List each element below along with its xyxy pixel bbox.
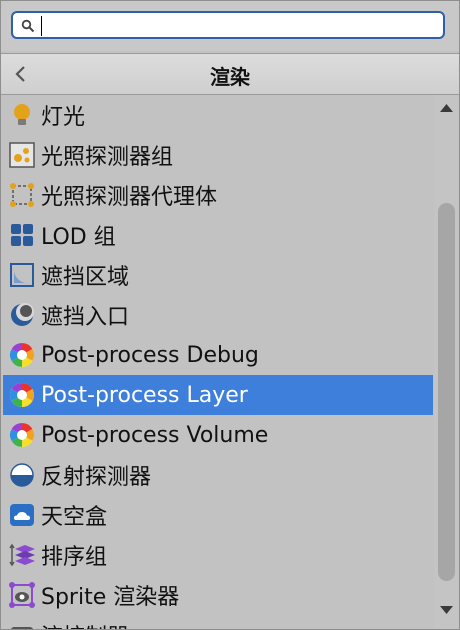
menu-header: 渲染 xyxy=(1,53,459,95)
search-icon xyxy=(21,19,35,33)
list-item-label: LOD 组 xyxy=(41,225,116,250)
post-process-icon xyxy=(9,343,35,367)
text-caret xyxy=(41,16,42,36)
list-item-label: 遮挡区域 xyxy=(41,265,130,290)
list-item-occlusion-area[interactable]: 遮挡区域 xyxy=(3,255,433,295)
list-item-label: Post-process Volume xyxy=(41,422,269,448)
list-item-label: 排序组 xyxy=(41,545,108,570)
list-item-light-probe-group[interactable]: 光照探测器组 xyxy=(3,135,433,175)
list-item-sprite-renderer[interactable]: Sprite 渲染器 xyxy=(3,575,433,615)
component-list: 灯光 光照探测器组 光照探测器代理体 LOD 组 遮挡区域 遮挡入口 Post-… xyxy=(1,95,433,629)
occlusion-portal-icon xyxy=(11,303,34,326)
post-process-icon xyxy=(9,383,35,407)
scrollbar-thumb[interactable] xyxy=(438,203,455,581)
list-item-light[interactable]: 灯光 xyxy=(3,95,433,135)
list-item-post-process-volume[interactable]: Post-process Volume xyxy=(3,415,433,455)
list-item-light-probe-proxy[interactable]: 光照探测器代理体 xyxy=(3,175,433,215)
search-box[interactable] xyxy=(11,11,445,39)
component-menu: 渲染 灯光 光照探测器组 光照探测器代理体 LOD 组 遮挡区域 遮挡入口 Po… xyxy=(0,0,460,630)
list-item-label: 遮挡入口 xyxy=(41,305,130,330)
vertical-scrollbar[interactable] xyxy=(434,95,459,629)
skybox-icon xyxy=(10,504,34,526)
streaming-controller-icon xyxy=(11,627,33,629)
list-item-label: 灯光 xyxy=(41,105,86,130)
list-item-skybox[interactable]: 天空盒 xyxy=(3,495,433,535)
list-item-lod-group[interactable]: LOD 组 xyxy=(3,215,433,255)
list-item-post-process-layer[interactable]: Post-process Layer xyxy=(3,375,433,415)
list-item-label: Sprite 渲染器 xyxy=(41,585,180,610)
reflection-probe-icon xyxy=(10,463,34,487)
header-title: 渲染 xyxy=(210,65,250,89)
sorting-group-icon xyxy=(9,543,35,567)
sprite-renderer-icon xyxy=(9,582,35,608)
list-item-label: 反射探测器 xyxy=(41,465,152,490)
list-item-post-process-debug[interactable]: Post-process Debug xyxy=(3,335,433,375)
list-item-occlusion-portal[interactable]: 遮挡入口 xyxy=(3,295,433,335)
search-bar xyxy=(1,1,459,51)
list-item-label: 光照探测器组 xyxy=(41,145,174,170)
list-item-reflection-probe[interactable]: 反射探测器 xyxy=(3,455,433,495)
list-item-label: Post-process Layer xyxy=(41,382,248,408)
list-item-streaming-controller[interactable]: 流控制器 xyxy=(3,615,433,629)
light-probe-proxy-volume-icon xyxy=(10,183,34,207)
post-process-icon xyxy=(9,423,35,447)
list-item-label: 流控制器 xyxy=(41,619,129,629)
lod-group-icon xyxy=(11,224,33,246)
scroll-up-arrow-icon[interactable] xyxy=(438,101,455,115)
list-item-label: 光照探测器代理体 xyxy=(41,185,218,210)
scroll-down-arrow-icon[interactable] xyxy=(438,603,455,617)
list-item-label: Post-process Debug xyxy=(41,342,259,368)
search-input[interactable] xyxy=(41,15,439,35)
light-probe-group-icon xyxy=(9,142,35,168)
occlusion-area-icon xyxy=(10,263,34,287)
list-item-label: 天空盒 xyxy=(41,505,108,530)
light-bulb-icon xyxy=(14,104,30,125)
list-item-sorting-group[interactable]: 排序组 xyxy=(3,535,433,575)
